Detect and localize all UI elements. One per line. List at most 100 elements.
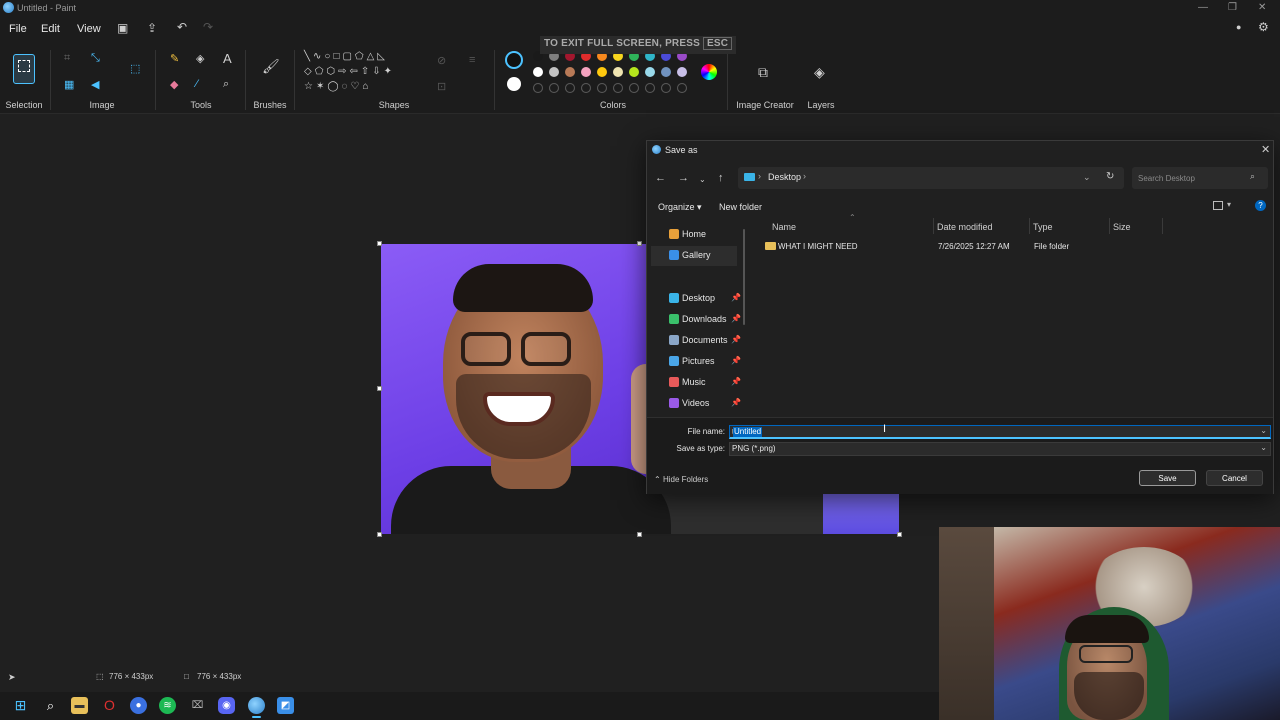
- nav-item-documents[interactable]: Documents 📌: [651, 331, 741, 351]
- taskbar-search-icon[interactable]: ⌕: [42, 697, 59, 714]
- undo-icon[interactable]: ↶: [177, 20, 187, 34]
- back-arrow-icon[interactable]: ←: [655, 172, 666, 184]
- column-separator[interactable]: [1109, 218, 1110, 234]
- account-icon[interactable]: ●: [1236, 22, 1241, 32]
- save-button[interactable]: Save: [1139, 470, 1196, 486]
- menu-view[interactable]: View: [77, 23, 101, 35]
- color-swatch[interactable]: [565, 67, 575, 77]
- nav-item-videos[interactable]: Videos 📌: [651, 394, 741, 414]
- search-input[interactable]: [1138, 171, 1248, 185]
- magnifier-icon[interactable]: ⌕: [223, 78, 229, 91]
- rotate-icon[interactable]: ◀: [91, 78, 99, 91]
- nav-item-music[interactable]: Music 📌: [651, 373, 741, 393]
- custom-color-slot[interactable]: [549, 83, 559, 93]
- search-icon[interactable]: ⌕: [1250, 171, 1255, 182]
- color-swatch[interactable]: [661, 67, 671, 77]
- pin-icon[interactable]: 📌: [731, 335, 741, 344]
- file-name-input[interactable]: [732, 426, 1252, 438]
- shapes-row-3[interactable]: ☆✶◯◌♡⌂: [304, 81, 371, 92]
- paint-taskbar-icon[interactable]: [248, 697, 265, 714]
- pencil-icon[interactable]: ✎: [170, 52, 179, 65]
- app-icon[interactable]: ⌧: [189, 697, 206, 714]
- column-separator[interactable]: [1162, 218, 1163, 234]
- custom-color-slot[interactable]: [661, 83, 671, 93]
- close-icon[interactable]: ✕: [1258, 2, 1266, 13]
- custom-color-slot[interactable]: [533, 83, 543, 93]
- shapes-row-1[interactable]: ╲∿○□▢⬠△◺: [304, 51, 388, 62]
- column-size[interactable]: Size: [1113, 222, 1131, 232]
- selection-tool-button[interactable]: [13, 54, 35, 84]
- resize-handle[interactable]: [637, 241, 642, 246]
- custom-color-slot[interactable]: [597, 83, 607, 93]
- search-box[interactable]: ⌕: [1132, 167, 1268, 189]
- custom-color-slot[interactable]: [581, 83, 591, 93]
- primary-color-swatch[interactable]: [505, 51, 523, 69]
- nav-scrollbar[interactable]: [743, 229, 745, 325]
- custom-color-slot[interactable]: [629, 83, 639, 93]
- save-type-select[interactable]: PNG (*.png) ⌄: [729, 442, 1271, 456]
- fill-bucket-icon[interactable]: ◈: [196, 52, 204, 65]
- new-folder-button[interactable]: New folder: [719, 202, 762, 212]
- breadcrumb-chevron-icon[interactable]: ›: [803, 171, 806, 181]
- save-type-dropdown-icon[interactable]: ⌄: [1260, 443, 1267, 452]
- organize-button[interactable]: Organize ▾: [658, 202, 702, 213]
- column-separator[interactable]: [1029, 218, 1030, 234]
- group-label-image-creator[interactable]: Image Creator: [732, 100, 798, 110]
- resize-handle[interactable]: [377, 386, 382, 391]
- column-type[interactable]: Type: [1033, 222, 1053, 232]
- nav-item-pictures[interactable]: Pictures 📌: [651, 352, 741, 372]
- pin-icon[interactable]: 📌: [731, 398, 741, 407]
- share-icon[interactable]: ⇪: [147, 21, 157, 35]
- redo-icon[interactable]: ↷: [203, 20, 213, 34]
- discord-icon[interactable]: ◉: [218, 697, 235, 714]
- resize-handle[interactable]: [897, 532, 902, 537]
- fill-icon[interactable]: ⊡: [437, 80, 446, 93]
- view-dropdown-icon[interactable]: ▾: [1227, 200, 1231, 209]
- file-explorer-icon[interactable]: ▬: [71, 697, 88, 714]
- minimize-icon[interactable]: —: [1198, 2, 1208, 13]
- pin-icon[interactable]: 📌: [731, 293, 741, 302]
- nav-item-home[interactable]: Home: [651, 225, 737, 245]
- address-dropdown-icon[interactable]: ⌄: [1083, 172, 1091, 183]
- resize-handle[interactable]: [377, 532, 382, 537]
- nav-item-gallery[interactable]: Gallery: [651, 246, 737, 266]
- dialog-close-icon[interactable]: ✕: [1261, 143, 1270, 156]
- custom-color-slot[interactable]: [677, 83, 687, 93]
- line-size-icon[interactable]: ≡: [469, 54, 475, 66]
- pin-icon[interactable]: 📌: [731, 314, 741, 323]
- nav-item-downloads[interactable]: Downloads 📌: [651, 310, 741, 330]
- cancel-button[interactable]: Cancel: [1206, 470, 1263, 486]
- resize-handle[interactable]: [377, 241, 382, 246]
- view-options-icon[interactable]: [1213, 201, 1223, 210]
- menu-edit[interactable]: Edit: [41, 23, 60, 35]
- color-swatch[interactable]: [677, 67, 687, 77]
- table-row[interactable]: WHAT I MIGHT NEED 7/26/2025 12:27 AM Fil…: [759, 239, 1159, 253]
- crop-icon[interactable]: ⌗: [64, 52, 70, 65]
- save-icon[interactable]: ▣: [117, 21, 128, 35]
- background-removal-icon[interactable]: ⬚: [130, 62, 140, 75]
- file-name-field[interactable]: Untitled ⌄: [729, 425, 1271, 439]
- custom-color-slot[interactable]: [645, 83, 655, 93]
- settings-gear-icon[interactable]: ⚙: [1258, 20, 1269, 34]
- color-swatch[interactable]: [613, 67, 623, 77]
- restore-icon[interactable]: ❐: [1228, 2, 1237, 13]
- group-label-layers[interactable]: Layers: [800, 100, 842, 110]
- secondary-color-swatch[interactable]: [507, 77, 521, 91]
- column-name[interactable]: Name: [772, 222, 796, 232]
- hide-folders-button[interactable]: ⌃ Hide Folders: [654, 475, 708, 484]
- custom-color-slot[interactable]: [565, 83, 575, 93]
- pin-icon[interactable]: 📌: [731, 356, 741, 365]
- edit-colors-icon[interactable]: [701, 64, 717, 80]
- outline-icon[interactable]: ⊘: [437, 54, 446, 67]
- shapes-row-2[interactable]: ◇⬠⬡⇨⇦⇧⇩✦: [304, 66, 395, 77]
- up-arrow-icon[interactable]: ↑: [718, 172, 724, 184]
- color-swatch[interactable]: [581, 67, 591, 77]
- opera-icon[interactable]: O: [101, 697, 118, 714]
- help-icon[interactable]: ?: [1255, 200, 1266, 211]
- browser-icon[interactable]: ●: [130, 697, 147, 714]
- file-name-dropdown-icon[interactable]: ⌄: [1260, 426, 1267, 435]
- color-swatch[interactable]: [645, 67, 655, 77]
- menu-file[interactable]: File: [9, 23, 27, 35]
- resize-icon[interactable]: ⤡: [91, 52, 100, 65]
- nav-item-desktop[interactable]: Desktop 📌: [651, 289, 741, 309]
